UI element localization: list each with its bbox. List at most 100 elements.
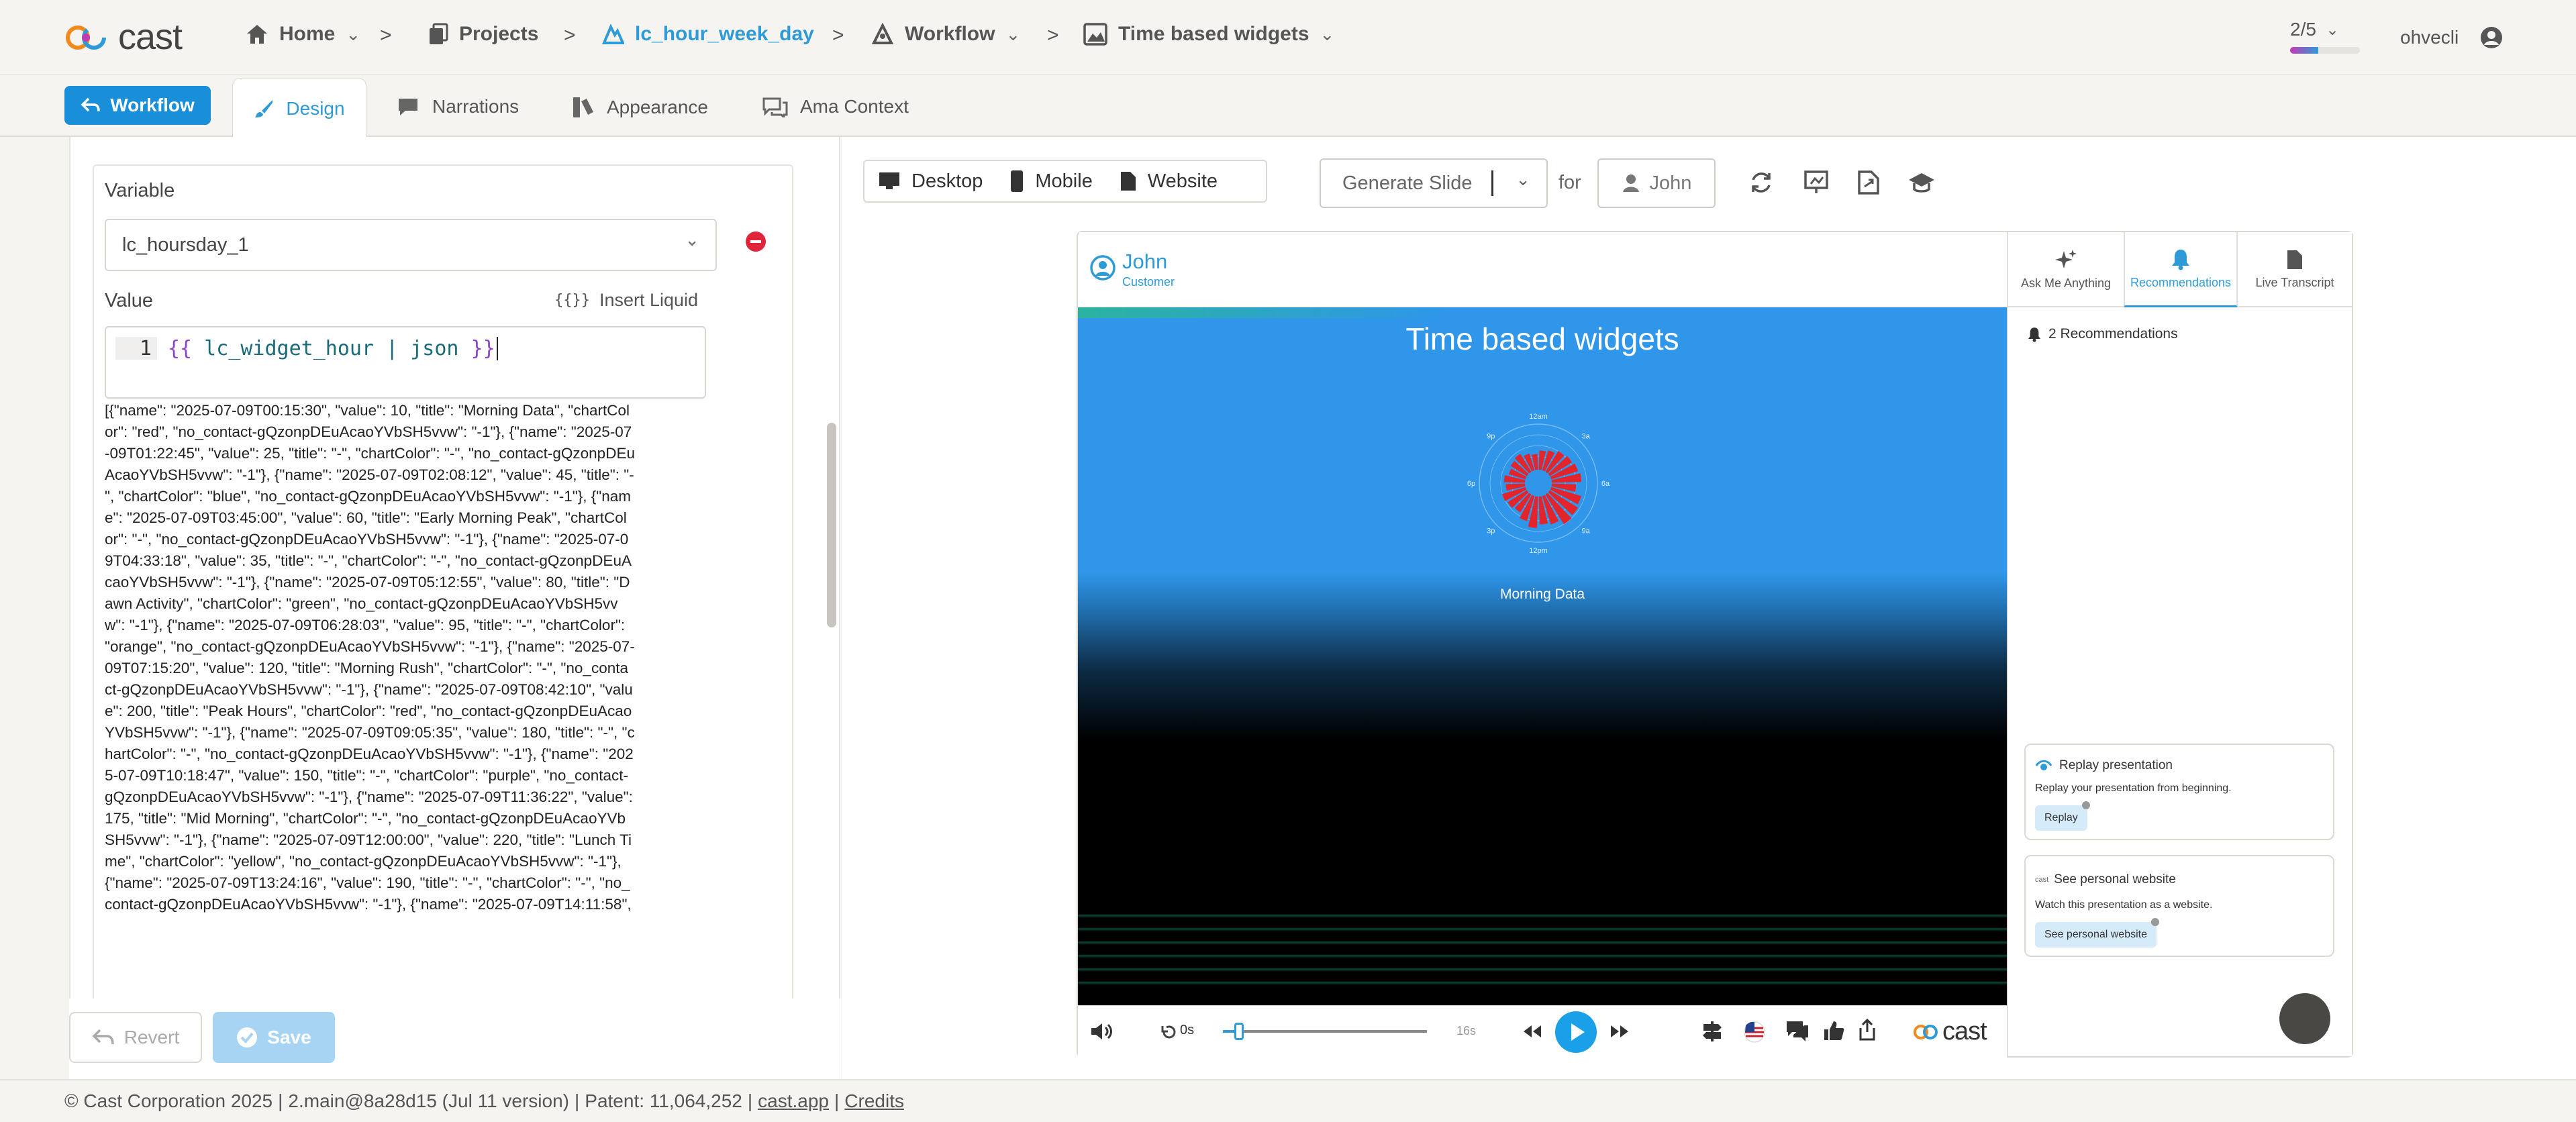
breadcrumb-home[interactable]: Home ⌄ (246, 23, 360, 46)
cast-player-logo-text: cast (1942, 1017, 1987, 1046)
save-button[interactable]: Save (213, 1012, 335, 1063)
chart-angle-label: 3p (1487, 527, 1495, 536)
website-card: cast See personal website Watch this pre… (2024, 855, 2334, 957)
thumbs-up-icon[interactable] (1823, 1020, 1844, 1041)
footer-separator: | (747, 1090, 753, 1111)
tab-recommendations-label: Recommendations (2130, 276, 2232, 289)
save-label: Save (267, 1027, 311, 1048)
cast-logo-icon (66, 26, 106, 50)
footer-separator: | (834, 1090, 840, 1111)
user-avatar-icon[interactable] (2479, 26, 2504, 50)
user-name[interactable]: ohvecli (2400, 27, 2459, 48)
skip-back-icon[interactable] (1522, 1024, 1542, 1039)
footer-copyright: © Cast Corporation 2025 (64, 1090, 273, 1111)
footer-credits-link[interactable]: Credits (844, 1090, 904, 1112)
tab-appearance[interactable]: Appearance (572, 96, 708, 119)
us-flag-icon[interactable] (1744, 1021, 1765, 1043)
graduation-cap-icon[interactable] (1908, 169, 1936, 196)
breadcrumb-workflow-label: Workflow (905, 23, 995, 45)
tab-ask-me-anything[interactable]: Ask Me Anything (2008, 232, 2124, 307)
insert-liquid-label: Insert Liquid (599, 290, 699, 310)
breadcrumb-workflow[interactable]: Workflow ⌄ (871, 23, 1020, 46)
preview-header (1079, 232, 2007, 307)
workflow-icon (871, 23, 894, 44)
mobile-toggle[interactable]: Mobile (996, 170, 1105, 193)
chevron-down-icon: ⌄ (346, 23, 361, 44)
tab-live-transcript[interactable]: Live Transcript (2238, 232, 2352, 307)
insert-liquid-button[interactable]: {{}} Insert Liquid (554, 290, 698, 311)
chat-bubbles-icon[interactable] (1785, 1020, 1810, 1043)
variable-select[interactable]: lc_hoursday_1 ⌄ (105, 219, 717, 271)
project-icon (602, 23, 624, 44)
timeline-scrubber[interactable] (1234, 1023, 1244, 1040)
notification-dot (2081, 801, 2090, 809)
tab-narrations[interactable]: Narrations (396, 96, 519, 117)
footer-cast-link[interactable]: cast.app (758, 1090, 829, 1112)
radial-bar-chart[interactable]: 12am 3a 6a 9a 12pm 3p 6p 9p (1458, 396, 1619, 570)
cast-logo[interactable]: cast (63, 16, 183, 58)
for-label: for (1558, 172, 1581, 193)
website-toggle[interactable]: Website (1106, 170, 1231, 193)
tab-appearance-label: Appearance (607, 97, 709, 117)
chart-angle-label: 3a (1582, 432, 1591, 440)
text-cursor (496, 337, 498, 360)
breadcrumb-separator: > (564, 24, 576, 46)
paint-icon (573, 97, 593, 117)
footer-separator: | (278, 1090, 283, 1111)
workflow-back-button[interactable]: Workflow (64, 86, 211, 125)
notification-dot (2150, 918, 2159, 926)
contact-select-label: John (1649, 172, 1692, 194)
tab-ama-context[interactable]: Ama Context (762, 96, 909, 117)
tab-ask-label: Ask Me Anything (2020, 276, 2112, 290)
tab-design[interactable]: Design (232, 78, 366, 138)
panel-divider[interactable] (839, 137, 840, 999)
breadcrumb-page-label: Time based widgets (1118, 23, 1309, 45)
breadcrumb-project[interactable]: lc_hour_week_day (601, 23, 814, 46)
breadcrumb-project-label: lc_hour_week_day (635, 23, 814, 45)
tab-recommendations[interactable]: Recommendations (2124, 232, 2238, 307)
contact-name: John (1122, 250, 1168, 273)
see-website-button[interactable]: See personal website (2035, 918, 2159, 948)
progress-bar-fill (2290, 47, 2318, 54)
breadcrumb-page[interactable]: Time based widgets ⌄ (1083, 23, 1334, 46)
revert-button[interactable]: Revert (69, 1012, 202, 1063)
footer-patent: Patent: 11,064,252 (585, 1090, 742, 1111)
timeline-track[interactable] (1223, 1030, 1427, 1033)
volume-icon[interactable] (1090, 1021, 1113, 1041)
code-line: {{ lc_widget_hour | json }} (168, 337, 498, 360)
back-arrow-icon (81, 97, 100, 112)
breadcrumb-home-label: Home (279, 23, 336, 45)
breadcrumb-projects[interactable]: Projects (428, 23, 538, 46)
signpost-icon[interactable] (1701, 1020, 1724, 1043)
chart-angle-label: 12am (1529, 413, 1548, 421)
variable-label: Variable (105, 180, 175, 201)
share-icon[interactable] (1856, 1019, 1878, 1041)
remove-variable-icon[interactable] (745, 231, 766, 252)
bell-icon (2172, 250, 2189, 270)
export-file-icon[interactable] (1855, 169, 1882, 196)
generate-slide-dropdown[interactable]: Generate Slide ⌄ (1320, 158, 1548, 208)
website-card-title: See personal website (2054, 872, 2176, 886)
progress-label: 2/5 (2290, 19, 2316, 40)
contact-select-button[interactable]: John (1597, 158, 1716, 208)
presentation-icon[interactable] (1803, 169, 1830, 196)
speech-bubble-icon (399, 99, 417, 115)
footer: © Cast Corporation 2025 | 2.main@8a28d15… (0, 1079, 2576, 1122)
footer-version: 2.main@8a28d15 (Jul 11 version) (288, 1090, 569, 1111)
desktop-toggle[interactable]: Desktop (864, 170, 996, 193)
user-icon (1622, 174, 1639, 192)
liquid-code-editor[interactable]: 1 {{ lc_widget_hour | json }} (105, 326, 706, 399)
scrollbar-thumb[interactable] (827, 423, 836, 627)
refresh-icon[interactable] (1748, 169, 1775, 196)
assistant-avatar-button[interactable] (2279, 993, 2330, 1044)
document-icon (1120, 172, 1136, 191)
play-button-icon[interactable] (1554, 1011, 1597, 1054)
replay-card-title: Replay presentation (2059, 758, 2173, 772)
replay-button[interactable]: Replay (2035, 801, 2090, 831)
code-expression: lc_widget_hour | json (192, 337, 471, 360)
website-card-desc: Watch this presentation as a website. (2035, 899, 2213, 911)
replay-button-label: Replay (2044, 812, 2078, 823)
replay-small-icon[interactable] (1161, 1025, 1177, 1039)
progress-indicator[interactable]: 2/5 ⌄ (2290, 19, 2339, 40)
skip-forward-icon[interactable] (1609, 1024, 1630, 1039)
